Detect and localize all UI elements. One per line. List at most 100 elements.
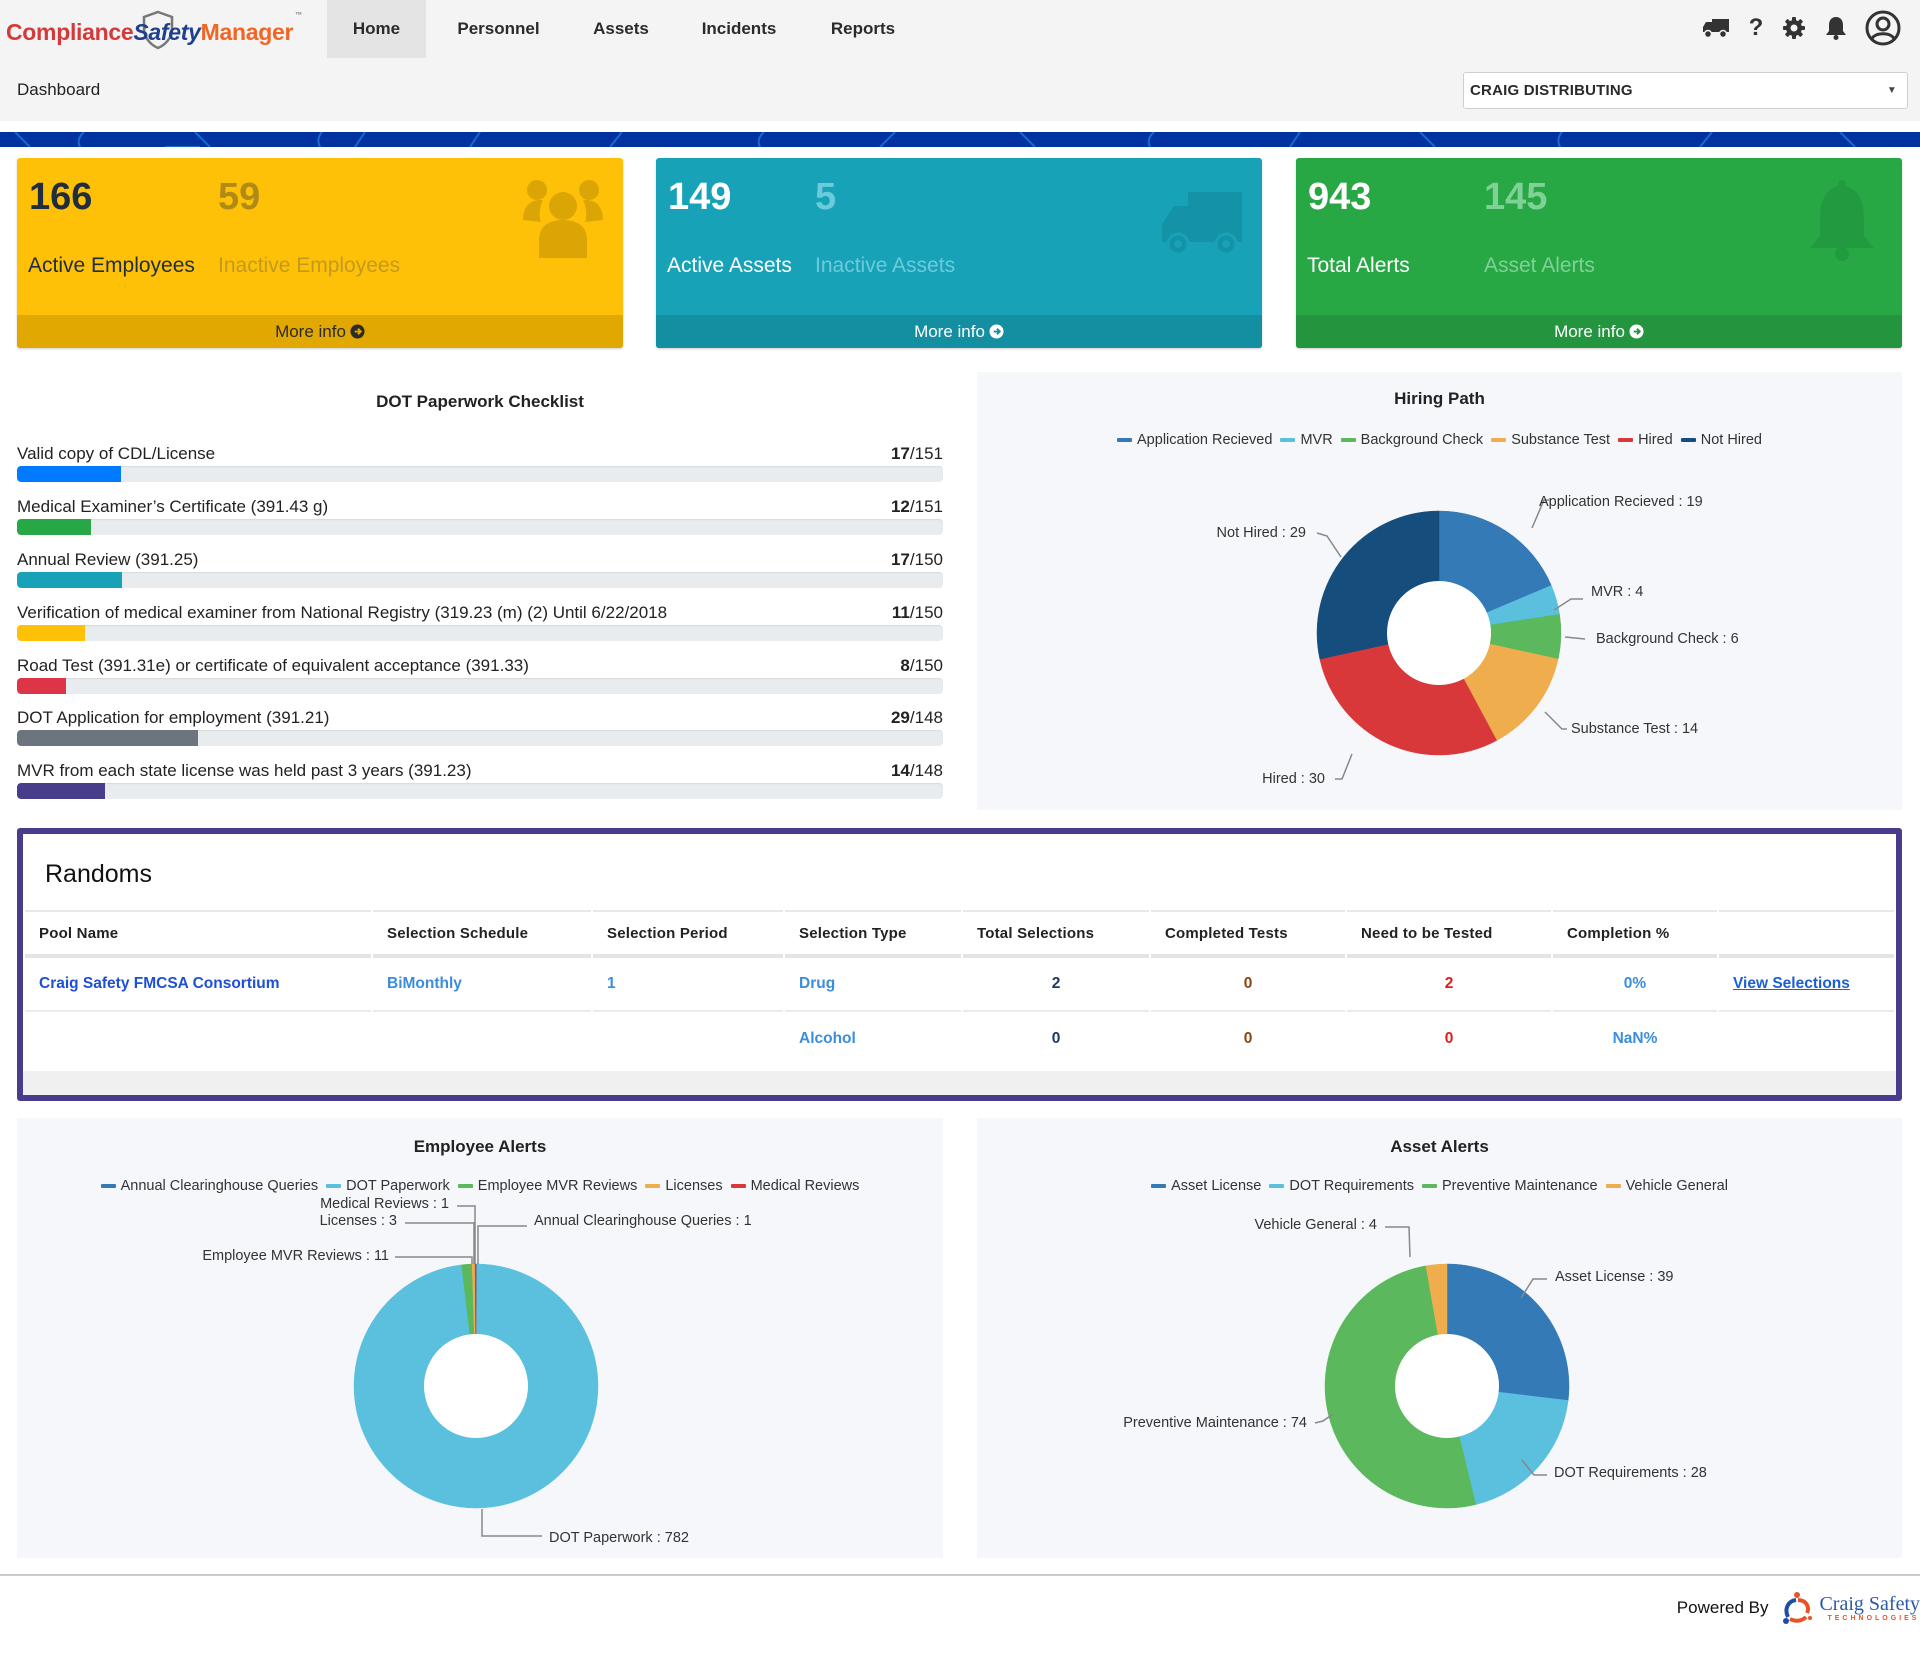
col-selection-schedule: Selection Schedule — [373, 910, 591, 958]
truck-icon[interactable] — [1694, 8, 1738, 48]
data-label-leader — [481, 1509, 542, 1537]
bell-icon[interactable] — [1814, 8, 1858, 48]
table-row: Craig Safety FMCSA Consortium BiMonthly … — [25, 958, 1894, 1012]
checklist-progress-fill — [17, 519, 91, 535]
user-account-icon[interactable] — [1858, 8, 1908, 48]
checklist-item: Valid copy of CDL/License 17/151 — [17, 444, 943, 494]
checklist-item-label: DOT Application for employment (391.21) — [17, 708, 330, 727]
logo-text-manager: Manager — [200, 19, 294, 45]
checklist-progress-bar — [17, 730, 943, 746]
checklist-item-count: 29/148 — [890, 708, 943, 727]
users-icon — [523, 180, 603, 258]
checklist-item-count: 14/148 — [890, 761, 943, 780]
checklist-progress-bar — [17, 783, 943, 799]
employees-more-info-link[interactable]: More info — [17, 315, 623, 348]
inactive-employees-count: 59 — [218, 176, 261, 218]
header-actions: ? — [1694, 8, 1908, 48]
company-select[interactable]: CRAIG DISTRIBUTING ▼ — [1463, 72, 1908, 109]
card-assets: 149 5 Active Assets Inactive Assets More… — [656, 158, 1262, 348]
logo-text-compliance: Compliance — [6, 19, 134, 45]
assets-more-info-link[interactable]: More info — [656, 315, 1262, 348]
nav-reports[interactable]: Reports — [807, 0, 919, 58]
col-selection-type: Selection Type — [785, 910, 961, 958]
checklist-item-label: Medical Examiner’s Certificate (391.43 g… — [17, 497, 329, 516]
data-label: Hired : 30 — [1262, 771, 1325, 787]
data-label-leader — [1564, 636, 1586, 640]
checklist-progress-bar — [17, 625, 943, 641]
active-employees-count: 166 — [29, 176, 93, 218]
checklist-item-done: 12 — [890, 497, 910, 516]
checklist-item-done: 11 — [891, 603, 910, 622]
active-assets-label: Active Assets — [667, 254, 792, 277]
truck-icon — [1162, 192, 1242, 256]
arrow-circle-right-icon — [1629, 324, 1644, 339]
checklist-item: Road Test (391.31e) or certificate of eq… — [17, 656, 943, 706]
table-row: Alcohol 0 0 0 NaN% — [25, 1012, 1894, 1066]
data-label: Application Recieved : 19 — [1539, 494, 1703, 510]
alerts-more-info-link[interactable]: More info — [1296, 315, 1902, 348]
completed-tests: 0 — [1243, 1030, 1253, 1047]
selection-period — [593, 1012, 783, 1066]
col-actions — [1719, 910, 1894, 958]
data-label: Employee MVR Reviews : 11 — [202, 1248, 389, 1264]
data-label: Asset License : 39 — [1555, 1269, 1674, 1285]
pool-name-link[interactable]: Craig Safety FMCSA Consortium — [25, 958, 371, 1012]
arrow-circle-right-icon — [350, 324, 365, 339]
employee-alerts-panel: Employee Alerts Annual Clearinghouse Que… — [17, 1118, 943, 1558]
total-alerts-label: Total Alerts — [1307, 254, 1410, 277]
action-cell: View Selections — [1719, 958, 1894, 1012]
craig-safety-logo[interactable]: Craig Safety TECHNOLOGIES — [1782, 1591, 1920, 1625]
data-label-leader — [1335, 753, 1353, 780]
company-select-value: CRAIG DISTRIBUTING — [1470, 82, 1633, 99]
active-assets-count: 149 — [668, 176, 732, 218]
checklist-item-done: 17 — [890, 444, 910, 463]
col-completion-percent: Completion % — [1553, 910, 1717, 958]
data-label: Not Hired : 29 — [1217, 525, 1306, 541]
nav-home[interactable]: Home — [327, 0, 426, 58]
checklist-progress-fill — [17, 678, 67, 694]
asset-alerts-count: 145 — [1484, 176, 1548, 218]
col-total-selections: Total Selections — [963, 910, 1149, 958]
checklist-item-total: 148 — [914, 708, 943, 727]
pool-name-link — [25, 1012, 371, 1066]
inactive-assets-count: 5 — [815, 176, 837, 218]
asset-alerts-panel: Asset Alerts Asset License DOT Requiremen… — [977, 1118, 1902, 1558]
nav-incidents[interactable]: Incidents — [671, 0, 807, 58]
asset-alerts-chart: Asset License : 39 DOT Requirements : 28 P… — [1123, 1217, 1707, 1509]
nav-personnel[interactable]: Personnel — [426, 0, 571, 58]
checklist-item-label: MVR from each state license was held pas… — [17, 761, 472, 780]
randoms-footer — [23, 1071, 1896, 1095]
data-label-leader — [1316, 532, 1342, 558]
checklist-item-count: 17/150 — [890, 550, 943, 569]
data-label-leader — [405, 1222, 475, 1264]
view-selections-link[interactable]: View Selections — [1733, 975, 1850, 992]
card-alerts: 943 145 Total Alerts Asset Alerts More i… — [1296, 158, 1902, 348]
checklist-item-label: Verification of medical examiner from Na… — [17, 603, 668, 622]
checklist-item-total: 148 — [914, 761, 943, 780]
nav-assets[interactable]: Assets — [571, 0, 671, 58]
checklist-item-done: 17 — [890, 550, 910, 569]
app-logo[interactable]: Compliance Safety Manager ™ — [6, 10, 302, 50]
data-label: Annual Clearinghouse Queries : 1 — [534, 1213, 752, 1229]
gear-icon[interactable] — [1774, 8, 1814, 48]
checklist-progress-bar — [17, 519, 943, 535]
data-label: Licenses : 3 — [320, 1213, 397, 1229]
logo-trademark: ™ — [295, 12, 302, 19]
header-banner — [0, 132, 1920, 147]
data-label: DOT Paperwork : 782 — [549, 1530, 689, 1546]
checklist-progress-fill — [17, 783, 105, 799]
checklist-progress-fill — [17, 730, 199, 746]
selection-schedule — [373, 1012, 591, 1066]
checklist-item: DOT Application for employment (391.21) 2… — [17, 708, 943, 758]
checklist-item-done: 14 — [890, 761, 910, 780]
help-icon[interactable]: ? — [1738, 8, 1774, 48]
checklist-progress-fill — [17, 572, 122, 588]
asset-alerts-label: Asset Alerts — [1484, 254, 1595, 277]
data-label-leader — [395, 1256, 473, 1264]
checklist-progress-bar — [17, 572, 943, 588]
checklist-item-count: 12/151 — [890, 497, 943, 516]
completion-percent: NaN% — [1612, 1030, 1658, 1047]
checklist-item: Annual Review (391.25) 17/150 — [17, 550, 943, 600]
checklist-progress-fill — [17, 466, 122, 482]
completed-tests: 0 — [1151, 958, 1345, 1012]
